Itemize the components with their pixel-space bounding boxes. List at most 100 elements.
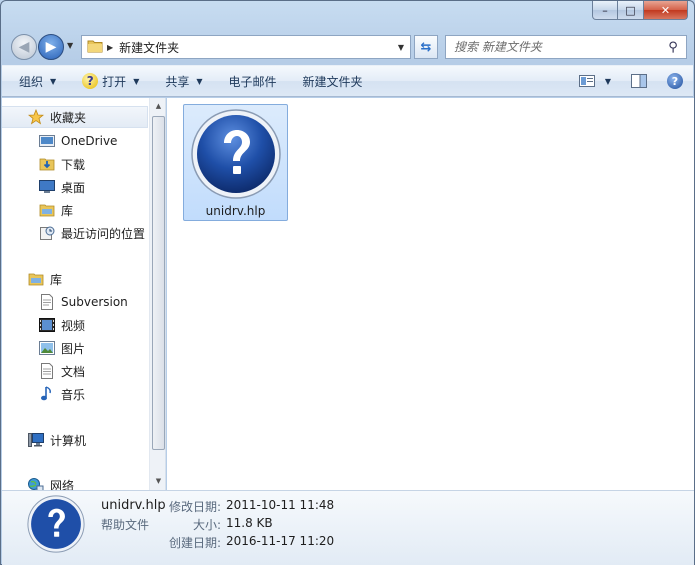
address-bar[interactable]: ▶ 新建文件夹 ▼: [81, 35, 411, 59]
created-label: 创建日期:: [168, 536, 221, 550]
caption-buttons: – □ ✕: [592, 1, 688, 20]
sidebar-item-computer[interactable]: 计算机: [2, 429, 148, 451]
sidebar-item-pictures[interactable]: 图片: [2, 337, 148, 359]
network-label: 网络: [50, 478, 75, 491]
help-file-icon: ?: [82, 73, 99, 89]
share-button[interactable]: 共享 ▼: [156, 69, 211, 93]
maximize-button[interactable]: □: [618, 1, 644, 20]
size-value: 11.8 KB: [226, 516, 273, 530]
chevron-down-icon[interactable]: ▼: [605, 77, 611, 86]
sidebar-item-label: 库: [61, 203, 74, 218]
scrollbar-thumb[interactable]: [152, 116, 165, 450]
breadcrumb-current[interactable]: 新建文件夹: [119, 39, 179, 56]
modified-value: 2011-10-11 11:48: [226, 498, 335, 512]
document-icon: [39, 363, 55, 379]
breadcrumb-chevron-icon[interactable]: ▶: [107, 43, 113, 52]
sidebar-item-label: 桌面: [61, 180, 86, 195]
library-icon: [39, 202, 55, 218]
chevron-down-icon: ▼: [50, 76, 57, 86]
close-button[interactable]: ✕: [644, 1, 688, 20]
sidebar-item-music[interactable]: 音乐: [2, 383, 148, 405]
library-icon: [28, 271, 44, 287]
sidebar-scrollbar[interactable]: ▲ ▼: [149, 98, 165, 490]
organize-button[interactable]: 组织 ▼: [10, 69, 65, 93]
computer-label: 计算机: [50, 433, 87, 448]
sidebar-item-label: 文档: [61, 364, 86, 379]
view-controls: ▼ ?: [569, 69, 683, 93]
document-library-icon: [39, 294, 55, 310]
file-item-unidrv[interactable]: unidrv.hlp: [183, 104, 288, 221]
modified-label: 修改日期:: [168, 500, 221, 514]
sidebar-item-downloads[interactable]: 下载: [2, 153, 148, 175]
refresh-button[interactable]: ⇆: [414, 35, 438, 59]
sidebar-item-label: Subversion: [61, 295, 128, 309]
download-folder-icon: [39, 156, 55, 172]
search-input[interactable]: [454, 40, 664, 54]
sidebar-item-library[interactable]: 库: [2, 199, 148, 221]
sidebar-item-libraries[interactable]: 库: [2, 268, 148, 290]
navigation-pane: 收藏夹 OneDrive 下载 桌面 库 最近访问的位置 库 Subversio…: [2, 98, 166, 490]
open-label: 打开: [102, 74, 127, 89]
share-label: 共享: [165, 74, 190, 89]
video-icon: [39, 317, 55, 333]
chevron-down-icon: ▼: [196, 76, 203, 86]
sidebar-item-favorites[interactable]: 收藏夹: [2, 106, 148, 128]
explorer-window: – □ ✕ ◀ ▶ ▼ ▶ 新建文件夹 ▼ ⇆ ⚲ 组织 ▼: [0, 0, 695, 565]
scroll-up-icon[interactable]: ▲: [152, 100, 165, 113]
search-icon[interactable]: ⚲: [664, 40, 682, 55]
new-folder-label: 新建文件夹: [302, 74, 363, 89]
picture-icon: [39, 340, 55, 356]
preview-pane-icon: [631, 74, 647, 88]
sidebar-item-documents[interactable]: 文档: [2, 360, 148, 382]
command-bar: 组织 ▼ ? 打开 ▼ 共享 ▼ 电子邮件 新建文件夹 ▼ ?: [2, 65, 693, 97]
preview-pane-button[interactable]: [631, 69, 647, 93]
chevron-down-icon: ▼: [133, 76, 140, 86]
help-icon: ?: [667, 73, 683, 89]
email-label: 电子邮件: [228, 74, 277, 89]
desktop-icon: [39, 179, 55, 195]
sidebar-item-recent-places[interactable]: 最近访问的位置: [2, 222, 148, 244]
scroll-down-icon[interactable]: ▼: [152, 475, 165, 488]
organize-label: 组织: [19, 74, 44, 89]
email-button[interactable]: 电子邮件: [220, 69, 286, 93]
navigation-bar: ◀ ▶ ▼ ▶ 新建文件夹 ▼ ⇆ ⚲: [9, 33, 689, 61]
forward-button[interactable]: ▶: [38, 34, 64, 60]
view-icon: [578, 75, 595, 87]
file-name: unidrv.hlp: [205, 204, 266, 218]
size-label: 大小:: [192, 518, 221, 532]
search-box[interactable]: ⚲: [445, 35, 687, 59]
minimize-button[interactable]: –: [592, 1, 618, 20]
sidebar-item-videos[interactable]: 视频: [2, 314, 148, 336]
history-dropdown[interactable]: ▼: [67, 41, 73, 50]
back-button[interactable]: ◀: [11, 34, 37, 60]
folder-icon: [87, 39, 103, 56]
sidebar-item-subversion[interactable]: Subversion: [2, 291, 148, 313]
address-dropdown[interactable]: ▼: [398, 43, 404, 52]
recent-places-icon: [39, 225, 55, 241]
sidebar-item-label: 音乐: [61, 387, 86, 402]
music-note-icon: [39, 386, 55, 402]
details-pane: unidrv.hlp 帮助文件 修改日期: 2011-10-11 11:48 大…: [2, 490, 694, 565]
sidebar-item-label: 图片: [61, 341, 86, 356]
help-file-icon: [189, 107, 283, 204]
computer-icon: [28, 432, 44, 448]
libraries-label: 库: [50, 272, 63, 287]
sidebar-item-label: OneDrive: [61, 134, 118, 148]
new-folder-button[interactable]: 新建文件夹: [294, 69, 372, 93]
sidebar-item-desktop[interactable]: 桌面: [2, 176, 148, 198]
network-icon: [28, 477, 44, 490]
sidebar-item-label: 最近访问的位置: [61, 226, 146, 241]
star-icon: [28, 109, 44, 125]
sidebar-item-network[interactable]: 网络: [2, 474, 148, 490]
arrow-left-icon: ◀: [18, 39, 30, 55]
open-button[interactable]: ? 打开 ▼: [73, 69, 148, 93]
file-list: unidrv.hlp: [167, 98, 694, 490]
sidebar-item-label: 视频: [61, 318, 86, 333]
help-file-icon: [26, 494, 86, 557]
sidebar-item-onedrive[interactable]: OneDrive: [2, 130, 148, 152]
view-mode-button[interactable]: ▼: [578, 69, 611, 93]
sidebar-item-label: 下载: [61, 157, 86, 172]
help-button[interactable]: ?: [667, 69, 683, 93]
created-value: 2016-11-17 11:20: [226, 534, 335, 548]
refresh-icon: ⇆: [420, 39, 432, 55]
